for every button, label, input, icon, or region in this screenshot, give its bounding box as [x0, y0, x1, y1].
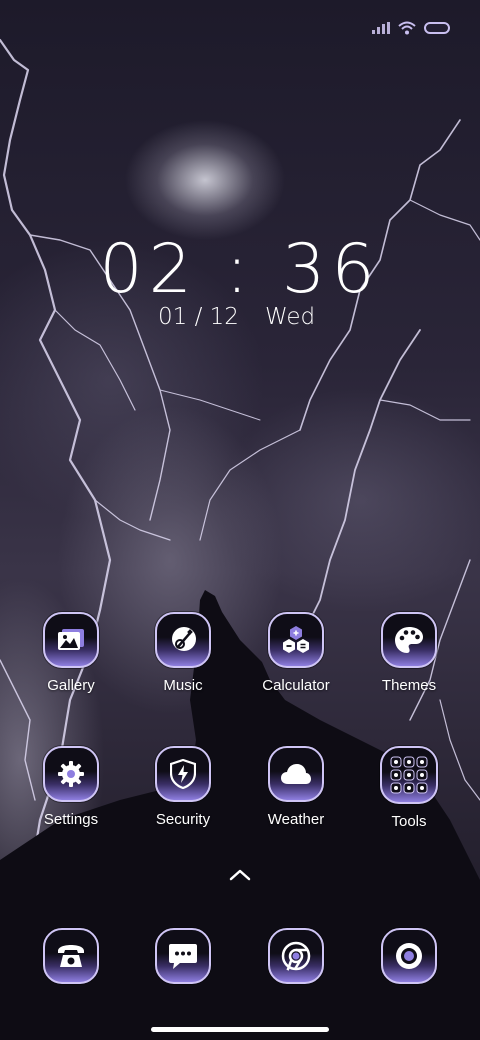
clock-day: Wed [265, 304, 316, 330]
status-bar [372, 18, 450, 38]
phone-icon [43, 928, 99, 984]
dock-camera[interactable] [353, 928, 465, 984]
app-label: Weather [267, 811, 325, 828]
gear-icon [43, 746, 99, 802]
clock-time: 02 : 36 [99, 230, 381, 309]
app-themes[interactable]: Themes [353, 612, 465, 695]
dock-messages[interactable] [127, 928, 239, 984]
app-label: Calculator [262, 677, 330, 694]
dock-browser[interactable] [240, 928, 352, 984]
chevron-up-icon[interactable] [228, 868, 252, 882]
wifi-icon [398, 21, 416, 35]
app-label: Tools [391, 813, 427, 830]
app-music[interactable]: Music [127, 612, 239, 695]
camera-lens-icon [381, 928, 437, 984]
app-tools-folder[interactable]: Tools [353, 746, 465, 831]
wallpaper-lightning-wolf [0, 38, 480, 1040]
dock-phone[interactable] [15, 928, 127, 984]
palette-icon [381, 612, 437, 668]
chrome-icon [268, 928, 324, 984]
cloud-icon [268, 746, 324, 802]
signal-icon [372, 22, 390, 34]
guitar-icon [155, 612, 211, 668]
app-label: Settings [43, 811, 99, 828]
app-label: Themes [381, 677, 437, 694]
app-label: Security [155, 811, 211, 828]
app-label: Gallery [47, 677, 95, 694]
app-settings[interactable]: Settings [15, 746, 127, 829]
battery-icon [424, 22, 450, 34]
calculator-icon [268, 612, 324, 668]
gallery-icon [43, 612, 99, 668]
app-label: Music [163, 677, 203, 694]
app-weather[interactable]: Weather [240, 746, 352, 829]
app-gallery[interactable]: Gallery [15, 612, 127, 695]
app-calculator[interactable]: Calculator [240, 612, 352, 695]
clock-date: 01 / 12 [158, 304, 239, 330]
message-icon [155, 928, 211, 984]
app-security[interactable]: Security [127, 746, 239, 829]
shield-bolt-icon [155, 746, 211, 802]
home-indicator[interactable] [151, 1027, 329, 1032]
folder-grid-icon [380, 746, 438, 804]
